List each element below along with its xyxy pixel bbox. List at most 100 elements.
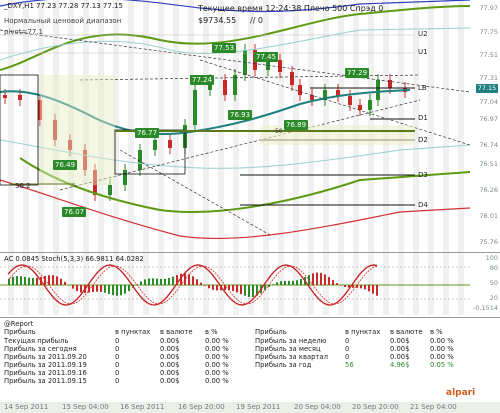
price-axis-label: 76.26 bbox=[479, 186, 498, 194]
ac-bar bbox=[288, 280, 290, 285]
session-stripe bbox=[248, 253, 254, 315]
price-axis-label: 77.04 bbox=[479, 98, 498, 106]
fib-38-label: 38.2 bbox=[15, 182, 31, 190]
ac-bar bbox=[368, 285, 370, 292]
report-cell: Прибыль за квартал bbox=[255, 353, 328, 361]
report-cell: 0.05 % bbox=[430, 361, 454, 369]
report-cell: Прибыль за месяц bbox=[255, 345, 321, 353]
ac-bar bbox=[28, 277, 30, 285]
ac-bar bbox=[284, 280, 286, 285]
ac-bar bbox=[112, 285, 114, 296]
candle-body bbox=[278, 60, 282, 72]
ac-bar bbox=[48, 275, 50, 285]
price-axis-label: 76.51 bbox=[479, 160, 498, 168]
report-row: Прибыль за 2011.09.15 0 0.00$ 0.00 % bbox=[0, 377, 500, 385]
candle-body bbox=[193, 90, 197, 125]
report-cell: 0 bbox=[115, 353, 120, 361]
ac-bar bbox=[276, 282, 278, 285]
report-row: Текущая прибыль 0 0.00$ 0.00 % Прибыль за не… bbox=[0, 337, 500, 345]
ac-bar bbox=[108, 285, 110, 294]
report-title: @Report bbox=[4, 320, 34, 328]
session-stripe bbox=[203, 0, 209, 252]
price-axis-label: 77.75 bbox=[479, 28, 498, 36]
ac-bar bbox=[204, 285, 206, 286]
col-header: в валюте bbox=[160, 328, 193, 336]
report-cell: 0.00$ bbox=[160, 361, 180, 369]
report-cell: Прибыль за год bbox=[255, 361, 312, 369]
ac-bar bbox=[360, 285, 362, 289]
time-axis-label: 20 Sep 04:00 bbox=[294, 403, 341, 411]
ac-bar bbox=[52, 275, 54, 285]
session-stripe bbox=[443, 0, 449, 252]
ac-bar bbox=[208, 285, 210, 289]
price-tag: 76.93 bbox=[228, 110, 253, 120]
ac-bar bbox=[156, 278, 158, 285]
col-header: Прибыль bbox=[255, 328, 287, 336]
report-row: Прибыль за 2011.09.19 0 0.00$ 0.00 % Прибыль… bbox=[0, 361, 500, 369]
report-cell: Прибыль за неделю bbox=[255, 337, 327, 345]
price-tag: 77.24 bbox=[190, 75, 215, 85]
ac-bar bbox=[24, 276, 26, 285]
time-axis-label: 19 Sep 2011 bbox=[236, 403, 281, 411]
session-stripe bbox=[8, 0, 14, 252]
price-axis-label: 77.51 bbox=[479, 51, 498, 59]
candle-body bbox=[108, 185, 112, 195]
report-cell: 0.00$ bbox=[160, 337, 180, 345]
ac-bar bbox=[216, 285, 218, 291]
report-panel: @Report Прибыль в пунктах в валюте в % П… bbox=[0, 317, 500, 403]
ac-bar bbox=[292, 280, 294, 285]
candle-body bbox=[310, 95, 314, 100]
indicator-scale: 100 bbox=[485, 254, 498, 262]
ac-bar bbox=[144, 279, 146, 285]
ac-bar bbox=[232, 285, 234, 292]
price-tag: 76.49 bbox=[53, 160, 78, 170]
candle-body bbox=[138, 150, 142, 170]
price-axis-label: 76.01 bbox=[479, 212, 498, 220]
session-stripe bbox=[188, 0, 194, 252]
ac-bar bbox=[128, 285, 130, 292]
ac-bar bbox=[364, 285, 366, 290]
time-axis-label: 20 Sep 20:00 bbox=[352, 403, 399, 411]
ac-bar bbox=[56, 276, 58, 285]
ac-bar bbox=[324, 274, 326, 285]
price-chart[interactable]: _DXY,H1 77.23 77.28 77.13 77.15 Нормальн… bbox=[0, 0, 500, 252]
brand-logo: alpari bbox=[446, 388, 476, 398]
session-stripe bbox=[203, 253, 209, 315]
level-label-d4: D4 bbox=[418, 201, 428, 209]
indicator-scale: 50 bbox=[489, 279, 498, 287]
report-cell: Прибыль за 2011.09.16 bbox=[4, 369, 87, 377]
ac-bar bbox=[200, 282, 202, 285]
ac-bar bbox=[104, 285, 106, 293]
level-label-d2: D2 bbox=[418, 136, 428, 144]
level-label-u1: U1 bbox=[418, 48, 428, 56]
ac-bar bbox=[172, 276, 174, 285]
ac-bar bbox=[300, 278, 302, 285]
level-label-d3: D3 bbox=[418, 171, 428, 179]
time-axis: 14 Sep 2011 15 Sep 04:00 16 Sep 2011 16 Sep… bbox=[0, 402, 500, 413]
level-label-d1: D1 bbox=[418, 114, 428, 122]
ac-bar bbox=[92, 285, 94, 292]
report-cell: 0.00$ bbox=[160, 353, 180, 361]
indicator-title: AC 0.0845 Stoch(5,3,3) 66.9811 64.0282 bbox=[4, 255, 144, 263]
indicator-pane[interactable]: AC 0.0845 Stoch(5,3,3) 66.9811 64.0282 1… bbox=[0, 252, 500, 315]
ac-bar bbox=[152, 278, 154, 285]
ac-bar bbox=[328, 277, 330, 285]
report-cell: 0 bbox=[115, 337, 120, 345]
report-cell: Текущая прибыль bbox=[4, 337, 69, 345]
report-cell: 0.00$ bbox=[390, 337, 410, 345]
ac-bar bbox=[100, 285, 102, 292]
price-tag: 76.89 bbox=[284, 120, 309, 130]
report-cell: 0 bbox=[345, 353, 350, 361]
report-cell: 0 bbox=[115, 345, 120, 353]
report-cell: 0.00 % bbox=[205, 337, 229, 345]
report-row: Прибыль за 2011.09.16 0 0.00$ 0.00 % bbox=[0, 369, 500, 377]
ac-bar bbox=[160, 278, 162, 285]
report-cell: Прибыль за 2011.09.19 bbox=[4, 361, 87, 369]
session-stripe bbox=[233, 253, 239, 315]
report-cell: 0 bbox=[345, 337, 350, 345]
price-axis-label: 77.97 bbox=[479, 4, 498, 12]
report-cell: 0.00 % bbox=[430, 337, 454, 345]
session-stripe bbox=[458, 253, 464, 315]
symbol-ohlc: _DXY,H1 77.23 77.28 77.13 77.15 bbox=[4, 2, 123, 10]
fib-zone-upper bbox=[40, 75, 115, 185]
